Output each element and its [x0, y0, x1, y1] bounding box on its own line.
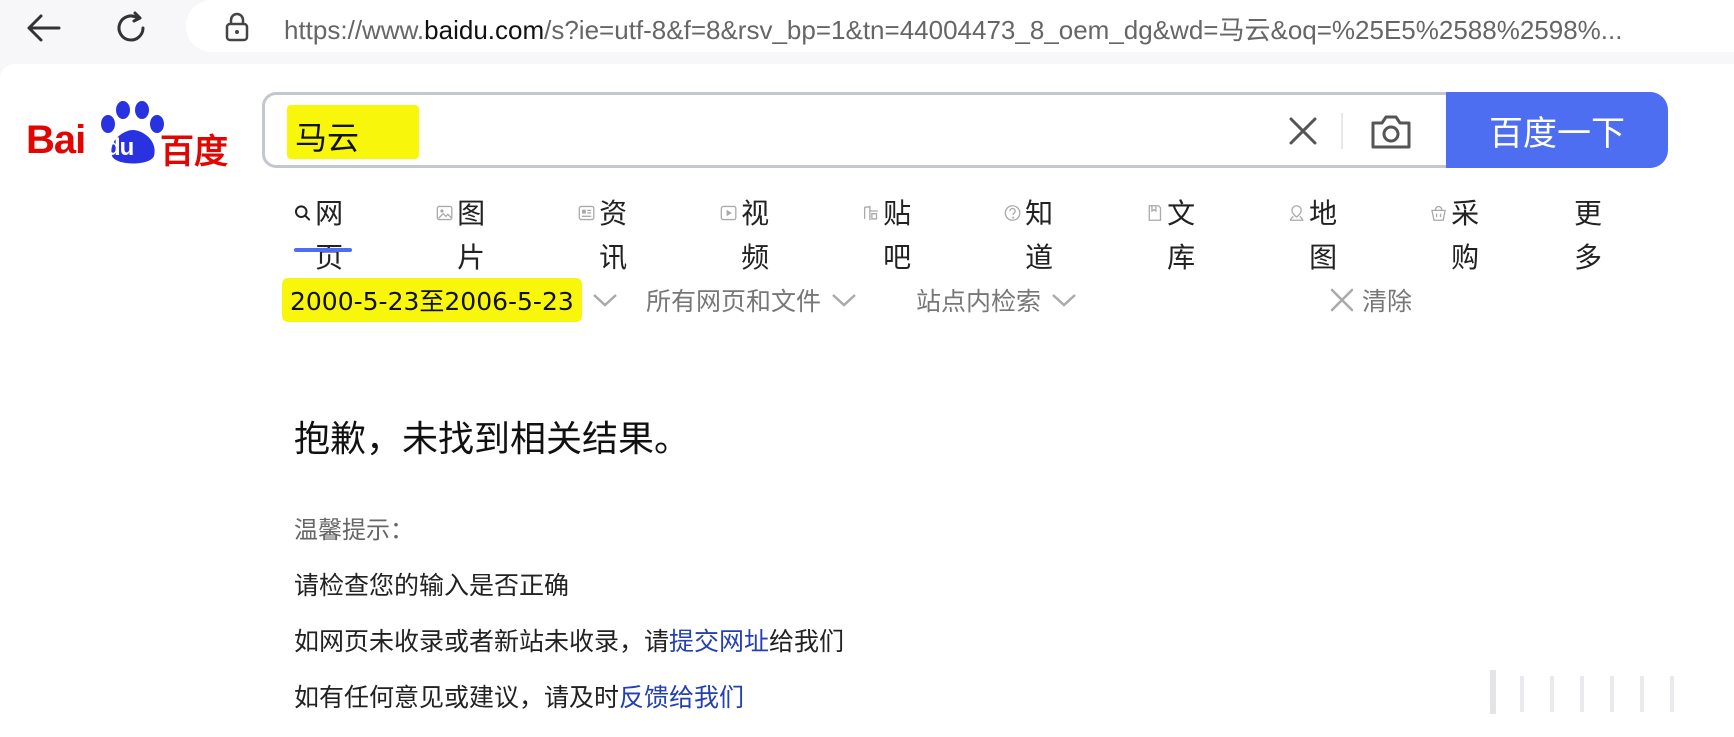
tab-tieba[interactable]: 贴吧	[862, 192, 920, 274]
search-button[interactable]: 百度一下	[1446, 92, 1668, 168]
file-type-filter[interactable]: 所有网页和文件	[646, 274, 859, 326]
address-bar[interactable]: https://www.baidu.com/s?ie=utf-8&f=8&rsv…	[186, 0, 1734, 52]
reload-button[interactable]	[106, 6, 156, 50]
tab-news[interactable]: 资讯	[578, 192, 636, 274]
map-icon	[1289, 205, 1304, 221]
reload-icon	[117, 11, 145, 42]
tab-wenku[interactable]: 文库	[1146, 192, 1204, 274]
url-text[interactable]: https://www.baidu.com/s?ie=utf-8&f=8&rsv…	[284, 10, 1734, 47]
page-scroll-indicator	[1490, 670, 1674, 714]
submit-url-link[interactable]: 提交网址	[669, 627, 769, 656]
search-box[interactable]: 马云	[262, 92, 1446, 168]
url-rest: /s?ie=utf-8&f=8&rsv_bp=1&tn=44004473_8_o…	[544, 15, 1623, 45]
baidu-logo[interactable]: Bai du 百度	[26, 98, 236, 172]
back-button[interactable]	[18, 6, 68, 50]
close-icon	[1330, 288, 1354, 312]
document-icon	[1148, 205, 1162, 221]
tieba-icon	[863, 205, 878, 221]
tab-label: 图片	[457, 197, 486, 274]
tab-label: 网页	[315, 197, 344, 274]
tab-more[interactable]: 更多	[1574, 192, 1602, 274]
search-filters: 2000-5-23至2006-5-23 所有网页和文件 站点内检索 清除	[282, 274, 1482, 326]
tip-text: 如有任何意见或建议，请及时	[294, 683, 620, 712]
tab-zhidao[interactable]: 知道	[1004, 192, 1062, 274]
tab-label: 更多	[1574, 197, 1603, 274]
image-icon	[436, 205, 453, 221]
clear-filters-button[interactable]: 清除	[1328, 274, 1412, 326]
search-divider	[1341, 113, 1343, 149]
question-icon	[1004, 205, 1021, 221]
tab-web[interactable]: 网页	[294, 192, 353, 274]
file-type-label: 所有网页和文件	[646, 287, 822, 316]
tab-label: 文库	[1167, 197, 1196, 274]
chevron-down-icon	[592, 294, 617, 307]
video-icon	[720, 205, 737, 221]
search-input[interactable]: 马云	[295, 113, 359, 159]
tab-images[interactable]: 图片	[436, 192, 494, 274]
lock-icon[interactable]	[224, 12, 250, 42]
news-icon	[578, 205, 595, 221]
tip-text: 如网页未收录或者新站未收录，请	[294, 627, 670, 656]
site-search-label: 站点内检索	[916, 287, 1042, 316]
logo-du-text: du	[106, 134, 134, 161]
tab-label: 知道	[1025, 197, 1054, 274]
tab-label: 贴吧	[883, 197, 912, 274]
no-result-message: 抱歉，未找到相关结果。	[294, 419, 691, 460]
tab-map[interactable]: 地图	[1288, 192, 1346, 274]
logo-bai-text: Bai	[26, 118, 86, 162]
tab-label: 采购	[1451, 197, 1480, 274]
clear-label: 清除	[1362, 287, 1413, 316]
clear-icon[interactable]	[1285, 113, 1321, 149]
search-icon	[294, 205, 311, 221]
logo-chinese-text: 百度	[160, 132, 228, 172]
camera-icon[interactable]	[1369, 111, 1413, 151]
logo-bai: Bai du	[26, 118, 134, 163]
site-search-filter[interactable]: 站点内检索	[916, 274, 1079, 326]
chevron-down-icon	[832, 294, 856, 307]
tip-text: 给我们	[769, 627, 845, 656]
page-content: Bai du 百度 马云 百度一下 网页 图片 资讯 视频 贴吧 知道 文库 地…	[0, 64, 1734, 737]
tab-label: 地图	[1309, 197, 1338, 274]
tab-label: 资讯	[599, 197, 628, 274]
tab-label: 视频	[741, 197, 770, 274]
arrow-left-icon	[27, 14, 61, 42]
tip-check-input: 请检查您的输入是否正确	[294, 571, 570, 600]
tip-submit-url: 如网页未收录或者新站未收录，请提交网址给我们	[294, 622, 844, 658]
tip-title: 温馨提示：	[294, 516, 414, 544]
tip-feedback: 如有任何意见或建议，请及时反馈给我们	[294, 678, 744, 714]
date-range-label: 2000-5-23至2006-5-23	[282, 278, 582, 322]
feedback-link[interactable]: 反馈给我们	[619, 683, 744, 712]
tab-purchase[interactable]: 采购	[1430, 192, 1488, 274]
chevron-down-icon	[1052, 294, 1076, 307]
url-domain: baidu.com	[424, 15, 545, 45]
browser-toolbar: https://www.baidu.com/s?ie=utf-8&f=8&rsv…	[0, 0, 1734, 64]
url-prefix: https://www.	[284, 15, 425, 45]
basket-icon	[1431, 205, 1446, 221]
tab-video[interactable]: 视频	[720, 192, 778, 274]
date-range-filter[interactable]: 2000-5-23至2006-5-23	[282, 274, 620, 326]
